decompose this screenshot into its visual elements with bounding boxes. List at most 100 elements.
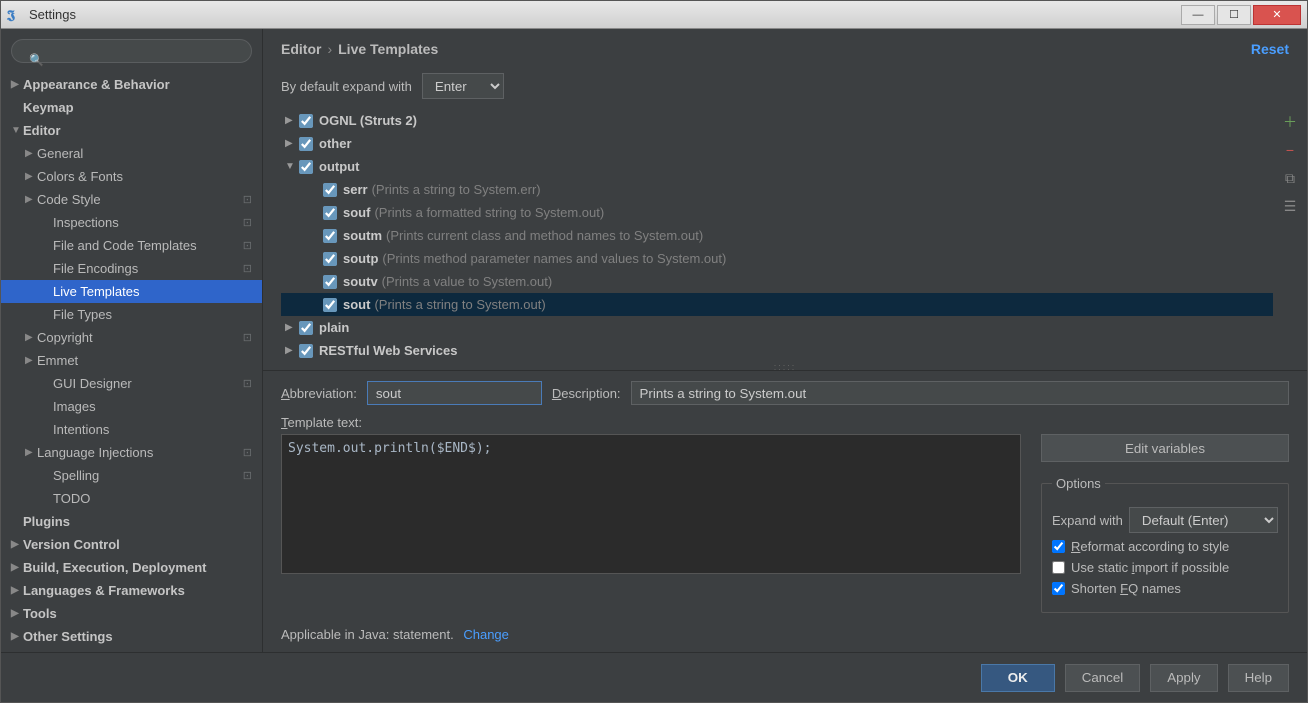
maximize-button[interactable]: ☐ [1217, 5, 1251, 25]
sidebar-item-file-encodings[interactable]: File Encodings⊡ [1, 257, 262, 280]
details: Abbreviation: Description: Template text… [263, 370, 1307, 617]
sidebar-item-label: Build, Execution, Deployment [23, 560, 206, 575]
breadcrumb-b: Live Templates [338, 41, 438, 57]
sidebar-item-emmet[interactable]: ▶Emmet [1, 349, 262, 372]
sidebar-item-label: General [37, 146, 83, 161]
search-wrap: 🔍 [11, 39, 252, 63]
sidebar-item-general[interactable]: ▶General [1, 142, 262, 165]
expandwith-label: Expand with [1052, 513, 1123, 528]
template-text-label: Template text: [281, 415, 1289, 430]
sidebar-item-spelling[interactable]: Spelling⊡ [1, 464, 262, 487]
template-checkbox[interactable] [323, 275, 337, 289]
chevron-icon: ▶ [25, 171, 37, 182]
expandwith-combo[interactable]: Default (Enter) [1129, 507, 1278, 533]
description-input[interactable] [631, 381, 1289, 405]
add-icon[interactable]: ＋ [1281, 113, 1299, 131]
sidebar-item-file-types[interactable]: File Types [1, 303, 262, 326]
template-soutm[interactable]: soutm (Prints current class and method n… [281, 224, 1273, 247]
template-checkbox[interactable] [323, 298, 337, 312]
apply-button[interactable]: Apply [1150, 664, 1217, 692]
sidebar-item-live-templates[interactable]: Live Templates [1, 280, 262, 303]
copy-icon[interactable]: ⧉ [1281, 169, 1299, 187]
edit-variables-button[interactable]: Edit variables [1041, 434, 1289, 462]
sidebar-item-plugins[interactable]: Plugins [1, 510, 262, 533]
reset-link[interactable]: Reset [1251, 41, 1289, 57]
group-checkbox[interactable] [299, 344, 313, 358]
scope-icon: ⊡ [243, 469, 252, 482]
template-checkbox[interactable] [323, 229, 337, 243]
template-tree[interactable]: ▶OGNL (Struts 2)▶other▼outputserr (Print… [281, 109, 1273, 362]
sidebar-item-colors-fonts[interactable]: ▶Colors & Fonts [1, 165, 262, 188]
sidebar-item-label: Editor [23, 123, 61, 138]
sidebar-item-tools[interactable]: ▶Tools [1, 602, 262, 625]
template-soutv[interactable]: soutv (Prints a value to System.out) [281, 270, 1273, 293]
sidebar-item-intentions[interactable]: Intentions [1, 418, 262, 441]
close-button[interactable]: ✕ [1253, 5, 1301, 25]
opt-shorten-fq[interactable]: Shorten FQ names [1052, 581, 1278, 596]
sidebar-item-editor[interactable]: ▼Editor [1, 119, 262, 142]
templates-area: ▶OGNL (Struts 2)▶other▼outputserr (Print… [263, 109, 1307, 362]
static-import-checkbox[interactable] [1052, 561, 1065, 574]
sidebar-item-gui-designer[interactable]: GUI Designer⊡ [1, 372, 262, 395]
resize-grip[interactable]: ::::: [263, 362, 1307, 370]
template-soutp[interactable]: soutp (Prints method parameter names and… [281, 247, 1273, 270]
help-button[interactable]: Help [1228, 664, 1289, 692]
group-checkbox[interactable] [299, 160, 313, 174]
group-checkbox[interactable] [299, 114, 313, 128]
template-checkbox[interactable] [323, 206, 337, 220]
template-group-restful-web-services[interactable]: ▶RESTful Web Services [281, 339, 1273, 362]
sidebar-item-appearance-behavior[interactable]: ▶Appearance & Behavior [1, 73, 262, 96]
default-expand-combo[interactable]: Enter [422, 73, 504, 99]
ok-button[interactable]: OK [981, 664, 1055, 692]
template-souf[interactable]: souf (Prints a formatted string to Syste… [281, 201, 1273, 224]
abbreviation-input[interactable] [367, 381, 542, 405]
template-sout[interactable]: sout (Prints a string to System.out) [281, 293, 1273, 316]
shorten-fq-checkbox[interactable] [1052, 582, 1065, 595]
template-desc: (Prints a string to System.out) [374, 297, 545, 312]
group-label: RESTful Web Services [319, 343, 457, 358]
sidebar-item-todo[interactable]: TODO [1, 487, 262, 510]
sidebar-item-label: File Encodings [53, 261, 138, 276]
app-icon: 𝕵 [7, 7, 23, 23]
template-group-output[interactable]: ▼output [281, 155, 1273, 178]
opt-reformat[interactable]: Reformat according to style [1052, 539, 1278, 554]
cancel-button[interactable]: Cancel [1065, 664, 1141, 692]
sidebar-item-version-control[interactable]: ▶Version Control [1, 533, 262, 556]
desc-label: Description: [552, 386, 621, 401]
template-checkbox[interactable] [323, 183, 337, 197]
template-group-plain[interactable]: ▶plain [281, 316, 1273, 339]
scope-icon: ⊡ [243, 331, 252, 344]
group-checkbox[interactable] [299, 137, 313, 151]
change-link[interactable]: Change [463, 627, 509, 642]
sidebar-item-label: Other Settings [23, 629, 113, 644]
sidebar-item-build-execution-deployment[interactable]: ▶Build, Execution, Deployment [1, 556, 262, 579]
sidebar-item-keymap[interactable]: Keymap [1, 96, 262, 119]
sidebar-item-languages-frameworks[interactable]: ▶Languages & Frameworks [1, 579, 262, 602]
sidebar-item-other-settings[interactable]: ▶Other Settings [1, 625, 262, 648]
reformat-checkbox[interactable] [1052, 540, 1065, 553]
sidebar-item-language-injections[interactable]: ▶Language Injections⊡ [1, 441, 262, 464]
sidebar-item-copyright[interactable]: ▶Copyright⊡ [1, 326, 262, 349]
template-group-ognl-struts-2-[interactable]: ▶OGNL (Struts 2) [281, 109, 1273, 132]
minimize-button[interactable]: — [1181, 5, 1215, 25]
settings-tree[interactable]: ▶Appearance & BehaviorKeymap▼Editor▶Gene… [1, 69, 262, 652]
template-text-area[interactable]: System.out.println($END$); [281, 434, 1021, 574]
sidebar-item-code-style[interactable]: ▶Code Style⊡ [1, 188, 262, 211]
template-group-other[interactable]: ▶other [281, 132, 1273, 155]
group-checkbox[interactable] [299, 321, 313, 335]
template-serr[interactable]: serr (Prints a string to System.err) [281, 178, 1273, 201]
options-legend: Options [1052, 476, 1105, 491]
sidebar-item-inspections[interactable]: Inspections⊡ [1, 211, 262, 234]
sidebar-item-file-and-code-templates[interactable]: File and Code Templates⊡ [1, 234, 262, 257]
remove-icon[interactable]: − [1281, 141, 1299, 159]
sidebar-item-images[interactable]: Images [1, 395, 262, 418]
sidebar-item-label: Live Templates [53, 284, 139, 299]
chevron-icon: ▶ [11, 79, 23, 90]
list-icon[interactable]: ☰ [1281, 197, 1299, 215]
scope-icon: ⊡ [243, 446, 252, 459]
search-input[interactable] [11, 39, 252, 63]
opt-static-import[interactable]: Use static import if possible [1052, 560, 1278, 575]
template-checkbox[interactable] [323, 252, 337, 266]
search-icon: 🔍 [29, 53, 44, 67]
group-label: plain [319, 320, 349, 335]
